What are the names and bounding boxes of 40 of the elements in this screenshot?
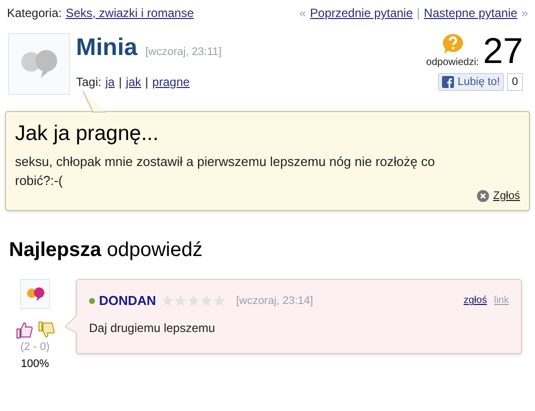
category-label: Kategoria: [7, 5, 62, 22]
like-count: 0 [506, 73, 523, 91]
answers-label: odpowiedzi: [426, 57, 479, 69]
answers-count: 27 [482, 33, 523, 69]
author-name: Minia [76, 33, 138, 63]
answer-author: DONDAN [99, 292, 156, 310]
like-button[interactable]: Lubię to! [438, 73, 504, 91]
star-icon [174, 294, 188, 308]
answer-body: Daj drugiemu lepszemu [89, 320, 216, 336]
star-icon [200, 294, 214, 308]
question-title: Jak ja pragnę... [15, 121, 160, 147]
previous-question-link[interactable]: Poprzednie pytanie [310, 4, 413, 22]
tag-link[interactable]: pragne [152, 73, 190, 91]
star-icon [213, 294, 226, 308]
best-answer-heading: Najlepsza odpowiedź [8, 238, 204, 263]
thumbs-down-icon[interactable] [37, 321, 55, 339]
star-icon [187, 294, 200, 308]
question-bubble-icon [442, 33, 464, 55]
report-link[interactable]: Zgłoś [493, 188, 520, 204]
separator: | [145, 74, 148, 91]
tag-link[interactable]: jak [126, 73, 142, 91]
star-icon [161, 294, 174, 308]
separator: | [416, 5, 420, 22]
next-mark: » [521, 5, 528, 22]
next-question-link[interactable]: Nastepne pytanie [424, 4, 518, 22]
vote-percent: 100% [20, 356, 50, 372]
separator: | [118, 74, 122, 91]
close-icon [477, 190, 490, 202]
answer-time: [wczoraj, 23:14] [236, 294, 314, 308]
thumbs-up-icon[interactable] [15, 321, 33, 339]
tag-link[interactable]: ja [105, 73, 115, 91]
vote-count: (2 - 0) [20, 340, 50, 355]
question-body: seksu, chłopak mnie zostawił a pierwszemu lepszemu nóg nie rozłożę co robić?:-( [15, 152, 436, 190]
tags-label: Tagi: [76, 74, 102, 91]
category-link[interactable]: Seks, zwiazki i romanse [66, 4, 194, 22]
facebook-icon [442, 76, 454, 88]
report-link[interactable]: zgłoś [464, 293, 487, 308]
question-time: [wczoraj, 23:11] [145, 45, 222, 60]
previous-mark: « [299, 5, 306, 22]
speech-bubbles-icon [24, 286, 46, 302]
